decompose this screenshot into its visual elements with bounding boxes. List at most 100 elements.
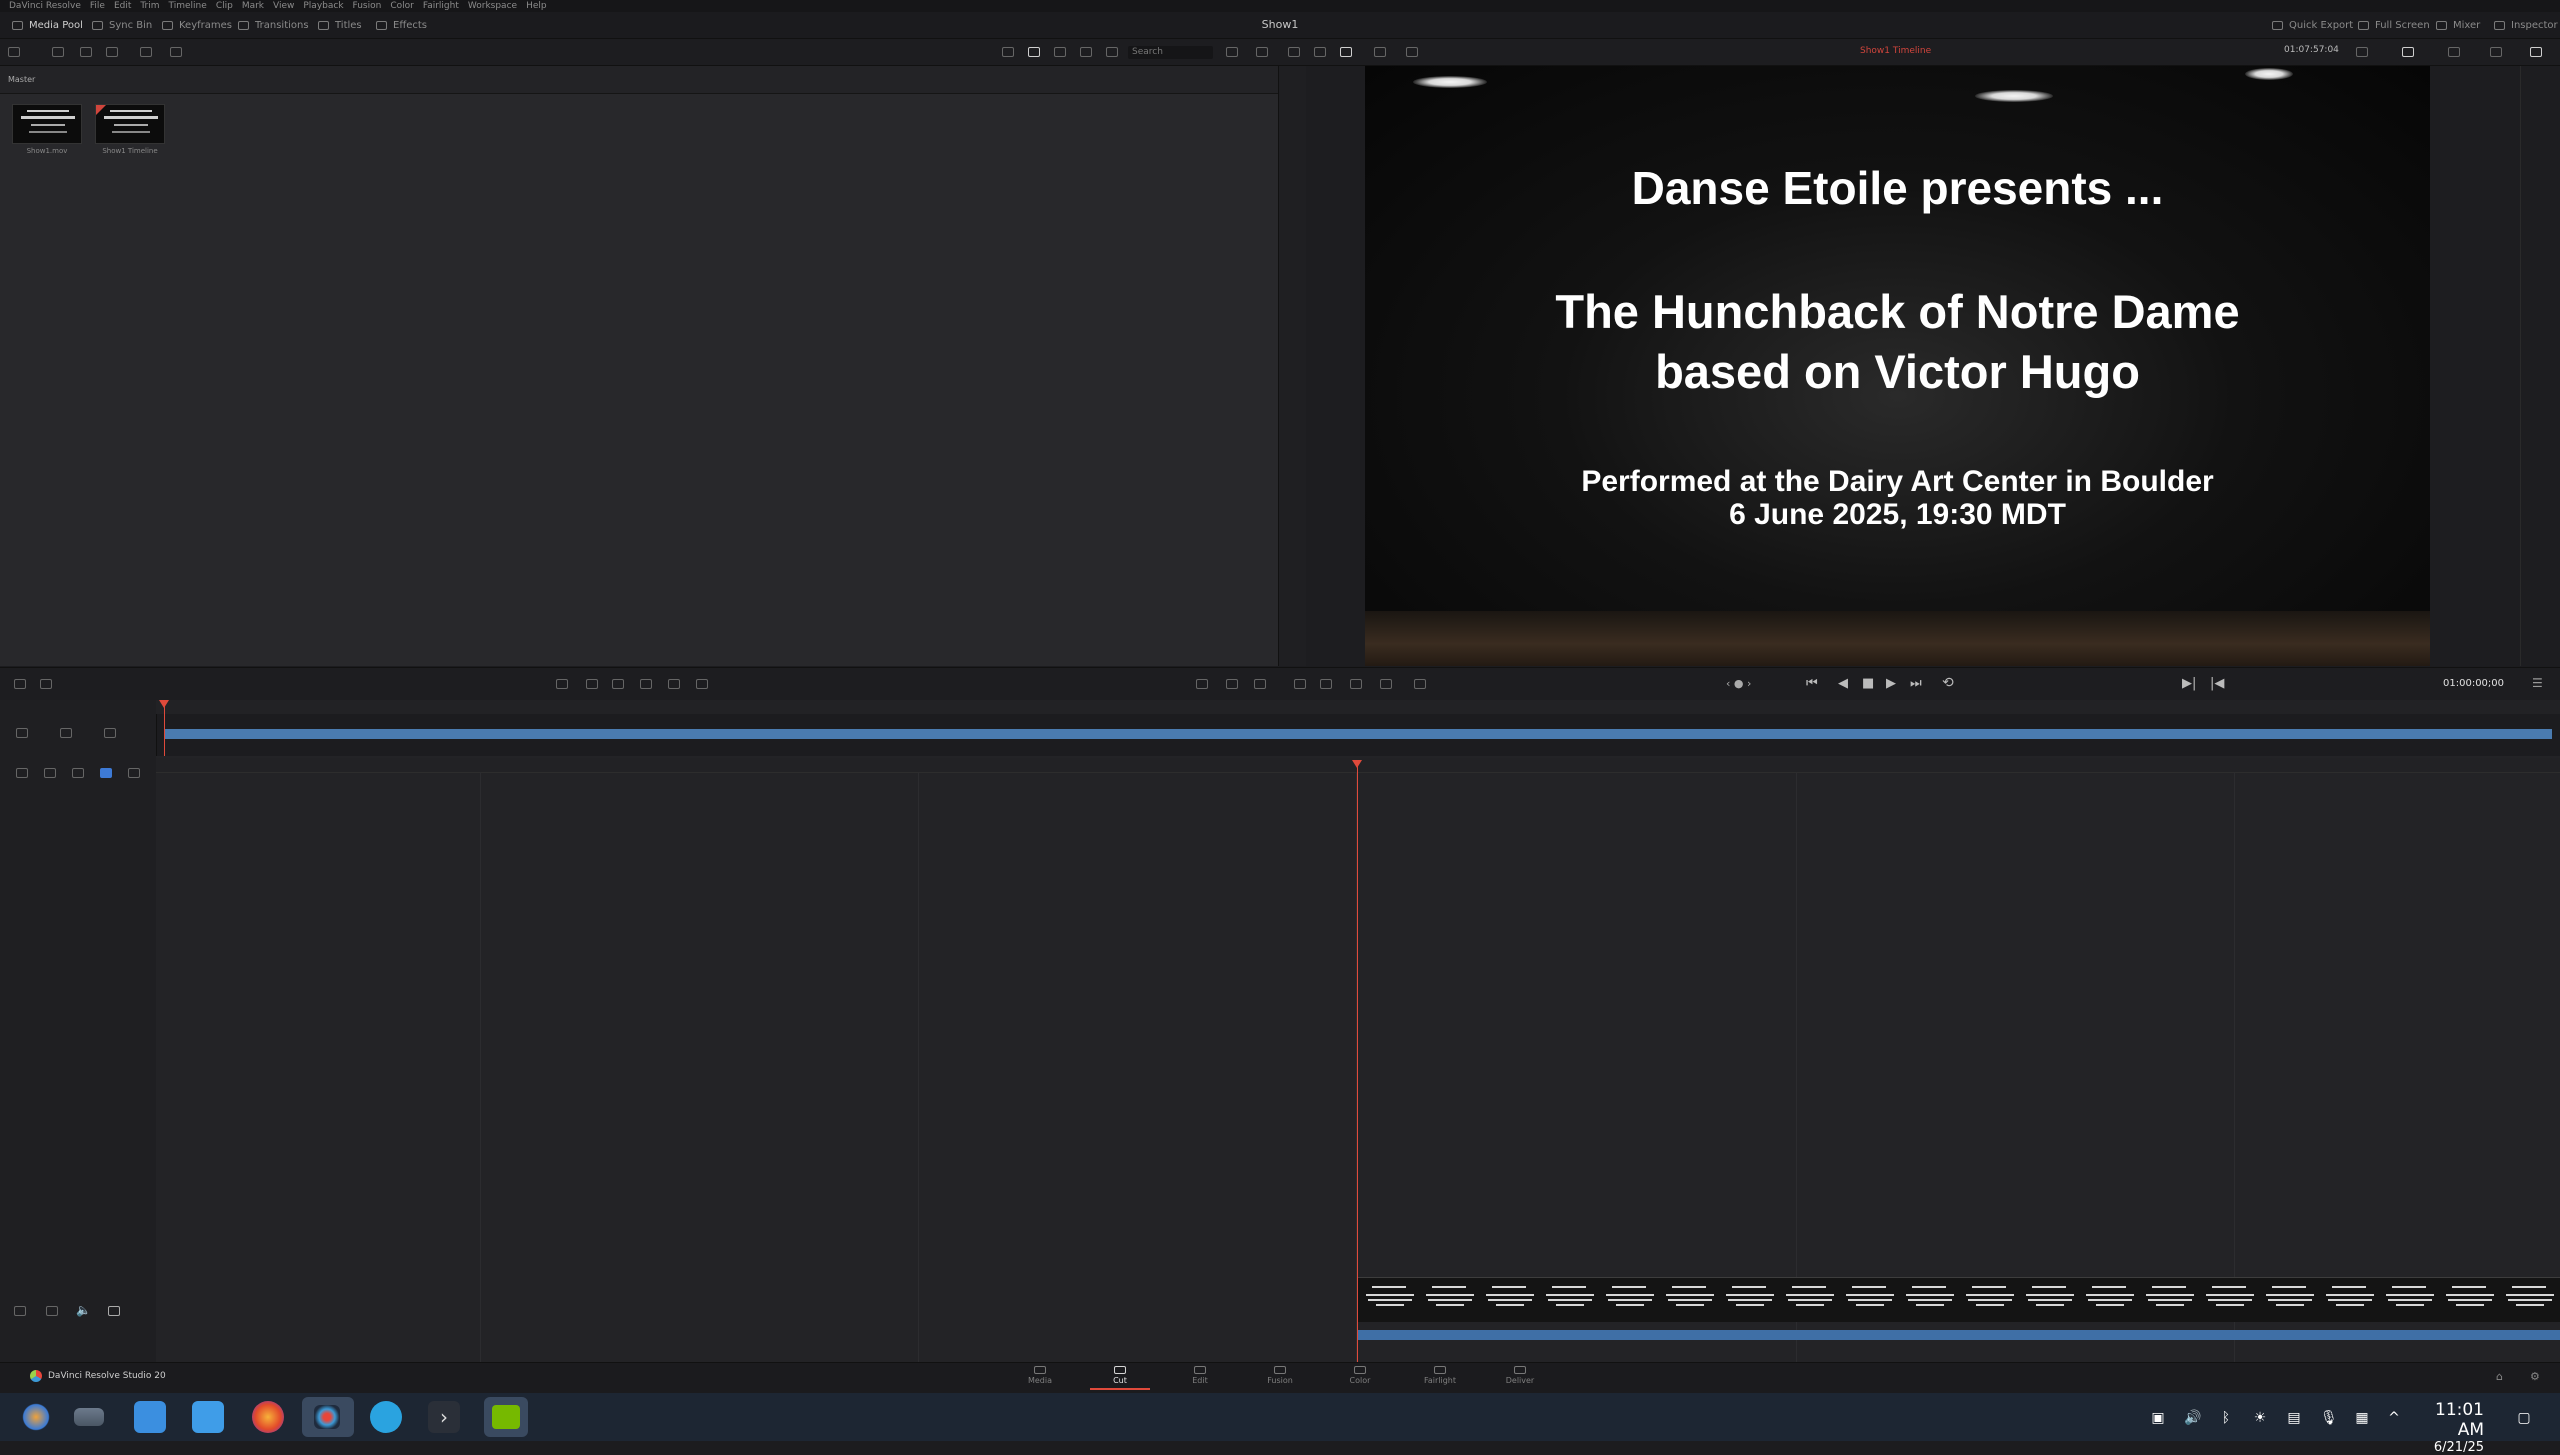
video-clip[interactable] xyxy=(1358,1277,2560,1322)
view-icon[interactable] xyxy=(16,768,28,778)
video-track-eye-icon[interactable] xyxy=(46,1306,58,1316)
clipboard-icon[interactable]: ▣ xyxy=(2150,1410,2166,1426)
audio-level-icon[interactable] xyxy=(1294,679,1306,689)
file-manager-icon[interactable] xyxy=(192,1401,224,1433)
chevron-up-icon[interactable]: ^ xyxy=(2386,1410,2402,1426)
track-audio-icon[interactable] xyxy=(104,728,116,738)
timeline-playhead-handle[interactable] xyxy=(1352,760,1362,768)
track-height-icon[interactable] xyxy=(16,728,28,738)
timeline-viewer-icon[interactable] xyxy=(1314,47,1326,57)
fast-forward-icon[interactable]: ⏭ xyxy=(1910,676,1922,691)
storage-icon[interactable]: ▤ xyxy=(2286,1410,2302,1426)
page-deliver[interactable]: Deliver xyxy=(1490,1364,1550,1390)
system-clock[interactable]: 11:01 AM 6/21/25 xyxy=(2412,1400,2484,1455)
append-icon[interactable] xyxy=(586,679,598,689)
sort-icon[interactable] xyxy=(1226,47,1238,57)
menu-mark[interactable]: Mark xyxy=(242,1,264,11)
full-screen-button[interactable]: Full Screen xyxy=(2358,17,2430,33)
viewer-options-icon[interactable] xyxy=(2356,47,2368,57)
transform-icon[interactable] xyxy=(1406,47,1418,57)
import-media-icon[interactable] xyxy=(52,47,64,57)
redo-icon[interactable] xyxy=(40,679,52,689)
jog-control[interactable]: ‹ ● › xyxy=(1726,677,1751,690)
rewind-icon[interactable]: ◀ xyxy=(1838,676,1848,691)
volume-icon[interactable]: 🔈 xyxy=(76,1303,91,1317)
page-cut[interactable]: Cut xyxy=(1090,1364,1150,1390)
place-on-top-icon[interactable] xyxy=(668,679,680,689)
link-icon[interactable] xyxy=(106,47,118,57)
desktop-icon[interactable] xyxy=(74,1408,104,1426)
viewer-mode-icon[interactable] xyxy=(1340,47,1352,57)
overview-track[interactable] xyxy=(164,729,2552,739)
quick-export-button[interactable]: Quick Export xyxy=(2272,17,2353,33)
zoom-icon[interactable] xyxy=(2448,47,2460,57)
panel-layout-icon[interactable] xyxy=(8,47,20,57)
menu-playback[interactable]: Playback xyxy=(303,1,343,11)
timeline-selector[interactable]: Show1 Timeline xyxy=(1860,46,1931,56)
mixer-button[interactable]: Mixer xyxy=(2436,17,2480,33)
inspector-button[interactable]: Inspector xyxy=(2494,17,2558,33)
thumbnail-view-icon[interactable] xyxy=(1028,47,1040,57)
titles-button[interactable]: Titles xyxy=(318,17,362,33)
video-track-lock-icon[interactable] xyxy=(14,1306,26,1316)
filmstrip-view-icon[interactable] xyxy=(1054,47,1066,57)
panel-splitter[interactable] xyxy=(1278,66,1308,666)
menu-file[interactable]: File xyxy=(90,1,105,11)
search-input[interactable]: Search xyxy=(1128,46,1213,59)
clip-thumbnail[interactable] xyxy=(12,104,82,144)
network-icon[interactable]: ▦ xyxy=(2354,1410,2370,1426)
edit-icon[interactable] xyxy=(170,47,182,57)
overview-ruler[interactable] xyxy=(156,700,2560,714)
play-icon[interactable]: ▶ xyxy=(1886,676,1896,691)
track-lock-icon[interactable] xyxy=(60,728,72,738)
bluetooth-icon[interactable]: ᛒ xyxy=(2218,1410,2234,1426)
flag-icon[interactable] xyxy=(1320,679,1332,689)
audio-track-icon[interactable] xyxy=(108,1306,120,1316)
timeline-area[interactable] xyxy=(156,756,2560,1362)
detail-view-icon[interactable] xyxy=(1080,47,1092,57)
audio-meter-icon[interactable] xyxy=(2530,47,2542,57)
notification-icon[interactable]: ▢ xyxy=(2516,1410,2532,1426)
telegram-icon[interactable] xyxy=(370,1401,402,1433)
marker-icon[interactable] xyxy=(1380,679,1392,689)
link-clip-icon[interactable] xyxy=(72,768,84,778)
timeline-playhead[interactable] xyxy=(1357,762,1358,1362)
audio-clip[interactable] xyxy=(1358,1330,2560,1340)
snap-icon[interactable] xyxy=(1414,679,1426,689)
terminal-icon[interactable]: › xyxy=(428,1401,460,1433)
import-folder-icon[interactable] xyxy=(80,47,92,57)
overview-playhead[interactable] xyxy=(164,703,165,757)
loop-icon[interactable]: ⟲ xyxy=(1942,675,1954,691)
page-fairlight[interactable]: Fairlight xyxy=(1410,1364,1470,1390)
filter-icon[interactable] xyxy=(1106,47,1118,57)
menu-fairlight[interactable]: Fairlight xyxy=(423,1,459,11)
mark-in-icon[interactable]: ▶| xyxy=(2182,676,2196,691)
page-media[interactable]: Media xyxy=(1010,1364,1070,1390)
menu-workspace[interactable]: Workspace xyxy=(468,1,517,11)
page-edit[interactable]: Edit xyxy=(1170,1364,1230,1390)
ripple-overwrite-icon[interactable] xyxy=(612,679,624,689)
media-pool-button[interactable]: Media Pool xyxy=(12,17,83,33)
menu-color[interactable]: Color xyxy=(390,1,414,11)
refresh-icon[interactable] xyxy=(1256,47,1268,57)
launcher-icon[interactable] xyxy=(20,1401,52,1433)
skip-back-icon[interactable]: ⏮ xyxy=(1806,676,1818,691)
microphone-icon[interactable]: 🎙 xyxy=(2320,1410,2338,1426)
nvidia-taskbar-button[interactable] xyxy=(484,1397,528,1437)
menu-trim[interactable]: Trim xyxy=(140,1,159,11)
menu-edit[interactable]: Edit xyxy=(114,1,131,11)
transitions-button[interactable]: Transitions xyxy=(238,17,309,33)
menu-clip[interactable]: Clip xyxy=(216,1,233,11)
auto-track-icon[interactable] xyxy=(128,768,140,778)
page-fusion[interactable]: Fusion xyxy=(1250,1364,1310,1390)
timeline-thumbnail[interactable] xyxy=(95,104,165,144)
transition-icon[interactable] xyxy=(1254,679,1266,689)
clip-color-icon[interactable] xyxy=(1350,679,1362,689)
source-overwrite-icon[interactable] xyxy=(696,679,708,689)
selection-icon[interactable] xyxy=(100,768,112,778)
store-icon[interactable] xyxy=(134,1401,166,1433)
menu-davinci-resolve[interactable]: DaVinci Resolve xyxy=(9,1,81,11)
safe-area-icon[interactable] xyxy=(1374,47,1386,57)
list-view-icon[interactable] xyxy=(1002,47,1014,57)
menu-timeline[interactable]: Timeline xyxy=(169,1,207,11)
